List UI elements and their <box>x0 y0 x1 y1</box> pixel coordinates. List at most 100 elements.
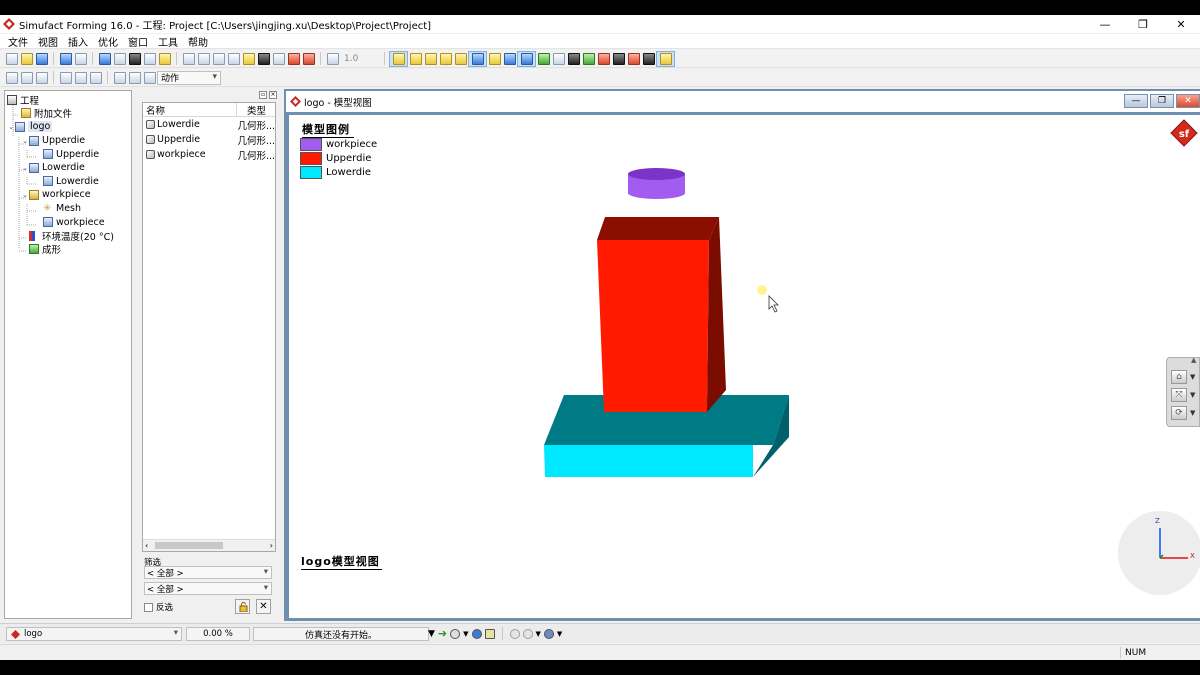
chevron-down-icon[interactable]: ▼ <box>536 630 541 638</box>
axis-icon[interactable] <box>612 52 625 65</box>
view-iso-icon[interactable] <box>439 52 452 65</box>
tree-item-workpiece-geometry[interactable]: workpiece <box>5 215 131 229</box>
lock-button[interactable] <box>235 599 250 614</box>
invert-checkbox[interactable] <box>144 602 153 612</box>
scroll-left-icon[interactable]: ‹ <box>145 541 148 550</box>
list-item[interactable]: Lowerdie 几何形... <box>143 117 275 132</box>
copy-tree-icon[interactable] <box>113 71 126 84</box>
list-item[interactable]: Upperdie 几何形... <box>143 132 275 147</box>
view-close-button[interactable]: ✕ <box>1176 94 1200 108</box>
tree-item-logo[interactable]: ⌄ logo <box>5 120 131 134</box>
globe-icon[interactable] <box>582 52 595 65</box>
gear-icon[interactable] <box>552 52 565 65</box>
collapse-icon[interactable]: ⌄ <box>21 137 29 145</box>
new-icon[interactable] <box>5 52 18 65</box>
delete-image-icon[interactable] <box>302 52 315 65</box>
save-icon[interactable] <box>35 52 48 65</box>
pointer-icon[interactable] <box>567 52 580 65</box>
panel-close-icon[interactable]: × <box>269 91 277 99</box>
tree-item-project[interactable]: 工程 <box>5 93 131 107</box>
view-minimize-button[interactable]: — <box>1124 94 1148 108</box>
clear-filter-button[interactable]: ✕ <box>256 599 271 614</box>
restore-button[interactable]: ❐ <box>1124 15 1162 33</box>
layers-icon[interactable] <box>642 52 655 65</box>
pin-icon[interactable] <box>627 52 640 65</box>
view-xy-icon[interactable] <box>392 52 405 65</box>
view-yz-icon[interactable] <box>409 52 422 65</box>
menu-insert[interactable]: 插入 <box>63 34 93 49</box>
menu-view[interactable]: 视图 <box>33 34 63 49</box>
scroll-right-icon[interactable]: › <box>270 541 273 550</box>
sync-icon[interactable] <box>471 628 482 639</box>
copy-icon[interactable] <box>197 52 210 65</box>
tree-item-attachments[interactable]: 附加文件 <box>5 107 131 120</box>
column-type[interactable]: 类型 <box>237 103 266 117</box>
tree-item-lowerdie-geometry[interactable]: Lowerdie <box>5 175 131 189</box>
cut-icon[interactable] <box>272 52 285 65</box>
close-button[interactable]: ✕ <box>1162 15 1200 33</box>
horizontal-scrollbar[interactable]: ‹ › <box>143 539 275 551</box>
dock-icon[interactable]: ▫ <box>259 91 267 99</box>
clipboard-icon[interactable] <box>484 628 495 639</box>
camera-icon[interactable] <box>128 52 141 65</box>
image-icon[interactable] <box>182 52 195 65</box>
paste-tree-icon[interactable] <box>128 71 141 84</box>
menu-help[interactable]: 帮助 <box>183 34 213 49</box>
stop-icon[interactable] <box>450 628 461 639</box>
check-icon[interactable] <box>59 52 72 65</box>
home-view-button[interactable]: ⌂ <box>1171 370 1187 384</box>
eye-icon[interactable] <box>471 52 484 65</box>
table-icon[interactable] <box>143 52 156 65</box>
tree-item-ambient-temperature[interactable]: 环境温度(20 °C) <box>5 229 131 243</box>
rotate-view-button[interactable]: ⟳ <box>1171 406 1187 420</box>
clock-icon[interactable] <box>522 628 533 639</box>
scroll-thumb[interactable] <box>155 542 223 549</box>
mesh-icon[interactable] <box>520 52 533 65</box>
column-name[interactable]: 名称 <box>143 102 237 117</box>
menu-window[interactable]: 窗口 <box>123 34 153 49</box>
chevron-down-icon[interactable]: ▼ <box>557 630 562 638</box>
light-icon[interactable] <box>488 52 501 65</box>
tree-item-lowerdie[interactable]: ⌄ Lowerdie <box>5 161 131 175</box>
list-tree-icon[interactable] <box>89 71 102 84</box>
chevron-down-icon[interactable]: ▼ <box>463 630 468 638</box>
step-forward-icon[interactable] <box>35 71 48 84</box>
filter-icon[interactable] <box>98 52 111 65</box>
chevron-down-icon[interactable]: ▼ <box>1190 373 1195 381</box>
filter-combo-1[interactable]: < 全部 > <box>144 566 272 579</box>
pointer-icon[interactable] <box>509 628 520 639</box>
tree-item-mesh[interactable]: ✳ Mesh <box>5 202 131 216</box>
tree-item-upperdie[interactable]: ⌄ Upperdie <box>5 134 131 148</box>
view-xz-icon[interactable] <box>424 52 437 65</box>
folder-icon[interactable] <box>158 52 171 65</box>
model-viewport[interactable]: 模型图例 workpiece Upperdie Lowerdie sf Z X … <box>289 115 1200 618</box>
zoom-field[interactable]: 1.0 <box>340 52 380 65</box>
chevron-down-icon[interactable]: ▼ <box>1190 391 1195 399</box>
view-top-icon[interactable] <box>454 52 467 65</box>
tree-item-forming[interactable]: 成形 <box>5 243 131 256</box>
minimize-button[interactable]: — <box>1086 15 1124 33</box>
list-detail-icon[interactable] <box>74 71 87 84</box>
filter-combo-2[interactable]: < 全部 > <box>144 582 272 595</box>
stripes-icon[interactable] <box>597 52 610 65</box>
print-icon[interactable] <box>326 52 339 65</box>
cube-icon[interactable] <box>537 52 550 65</box>
collapse-icon[interactable]: ⌄ <box>21 191 29 199</box>
process-combo[interactable]: logo <box>6 627 182 641</box>
xyz-icon[interactable] <box>287 52 300 65</box>
duplicate-icon[interactable] <box>143 71 156 84</box>
tools-icon[interactable] <box>543 628 554 639</box>
chart-icon[interactable] <box>212 52 225 65</box>
list-icon[interactable] <box>59 71 72 84</box>
view-restore-button[interactable]: ❐ <box>1150 94 1174 108</box>
open-icon[interactable] <box>20 52 33 65</box>
sphere-icon[interactable] <box>503 52 516 65</box>
dropdown-icon[interactable] <box>74 52 87 65</box>
import-icon[interactable] <box>113 52 126 65</box>
note-icon[interactable] <box>242 52 255 65</box>
list-item[interactable]: workpiece 几何形... <box>143 147 275 162</box>
chevron-down-icon[interactable]: ▼ <box>428 629 435 639</box>
fit-view-button[interactable]: ⤧ <box>1171 388 1187 402</box>
tree-item-workpiece[interactable]: ⌄ workpiece <box>5 188 131 202</box>
chevron-up-icon[interactable]: ▲ <box>1191 356 1196 364</box>
